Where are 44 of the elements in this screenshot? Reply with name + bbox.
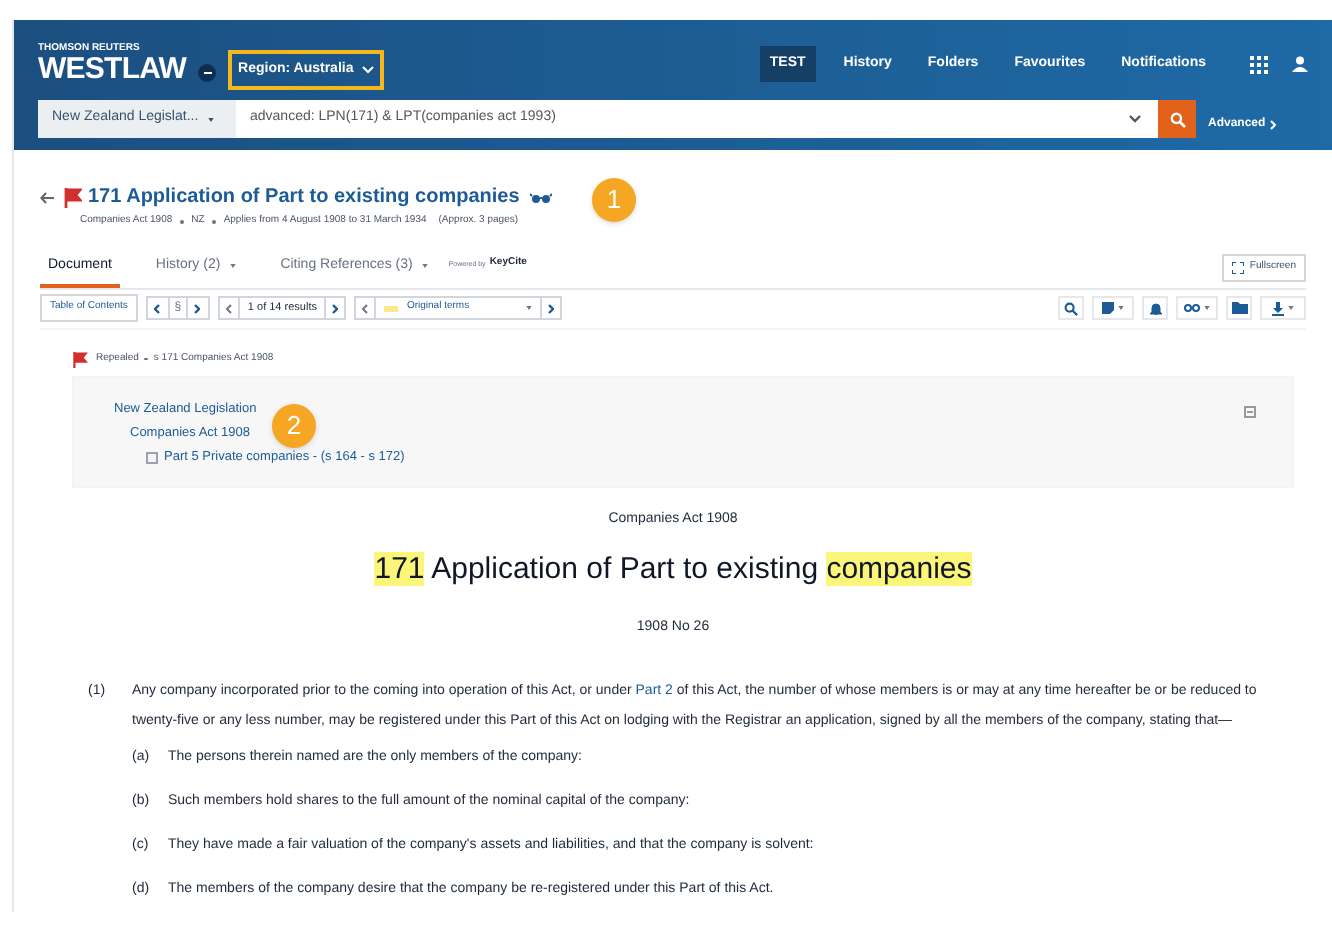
chevron-right-icon (1269, 119, 1276, 129)
search-button[interactable] (1158, 100, 1196, 138)
chevron-right-icon (332, 303, 339, 313)
download-icon (1272, 301, 1284, 315)
chevron-left-icon (154, 303, 161, 313)
document-icon (146, 451, 158, 463)
folder-icon (1231, 302, 1247, 314)
download-button[interactable] (1260, 296, 1306, 320)
brand-logo: WESTLAW (38, 54, 187, 84)
chevron-right-icon (194, 303, 201, 313)
search-button[interactable] (1058, 296, 1084, 320)
apps-grid-icon[interactable] (1250, 55, 1268, 73)
highlight-swatch-icon (384, 305, 399, 311)
glasses-icon (529, 191, 552, 203)
chevron-right-icon (548, 303, 555, 313)
caret-icon (1288, 306, 1294, 310)
chevron-left-icon (225, 303, 232, 313)
link-icon (1184, 304, 1200, 312)
caret-icon (526, 306, 533, 310)
section-heading: 171 Application of Part to existing companies (374, 550, 972, 590)
search-icon (1064, 301, 1078, 315)
flag-icon (72, 351, 88, 367)
collapse-icon[interactable] (1244, 405, 1256, 417)
flag-icon (64, 187, 82, 207)
note-button[interactable] (1092, 296, 1134, 320)
chevron-left-icon (362, 303, 369, 313)
chevron-down-icon (361, 66, 374, 74)
note-icon (1102, 302, 1114, 314)
caret-icon (1204, 306, 1210, 310)
bell-icon (1149, 301, 1161, 315)
caret-icon (208, 117, 215, 121)
search-icon (1169, 111, 1185, 127)
user-icon[interactable] (1292, 56, 1308, 72)
document-title: 171 Application of Part to existing companies (88, 184, 520, 212)
callout-badge: 1 (592, 178, 636, 222)
link-button[interactable] (1176, 296, 1218, 320)
fullscreen-icon (1231, 261, 1244, 274)
previous-term-button[interactable] (356, 298, 377, 318)
chevron-down-icon[interactable] (1128, 114, 1142, 124)
back-arrow-icon[interactable] (40, 191, 54, 203)
caret-icon (1118, 306, 1124, 310)
folder-button[interactable] (1226, 296, 1252, 320)
bell-button[interactable] (1142, 296, 1168, 320)
minus-icon[interactable] (198, 63, 217, 81)
